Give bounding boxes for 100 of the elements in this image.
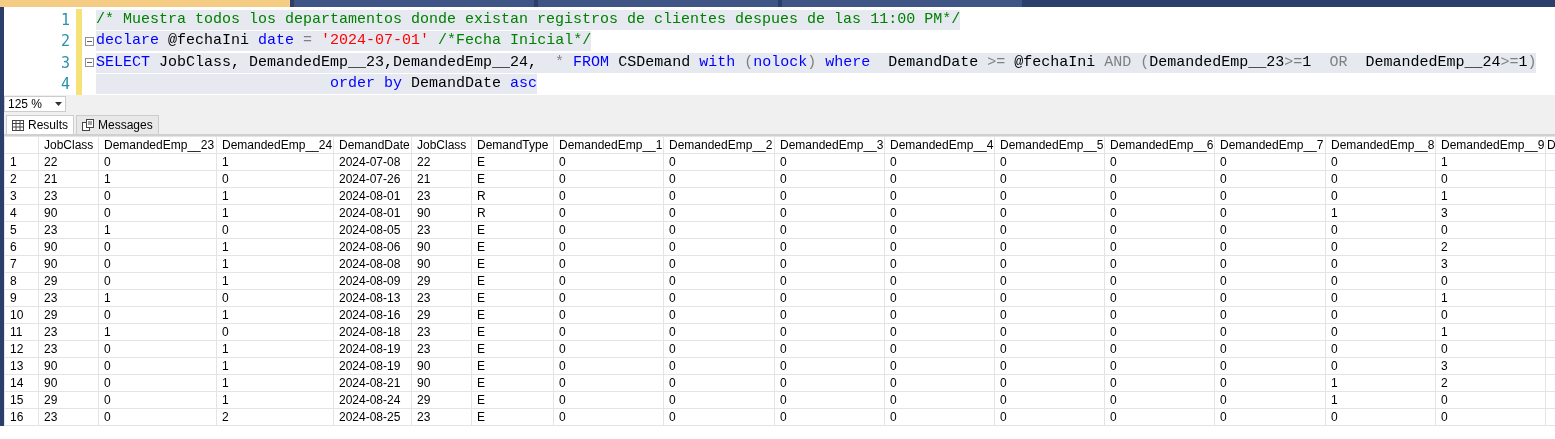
table-cell: 2024-08-16 xyxy=(333,306,412,324)
table-cell: 0 xyxy=(98,255,217,273)
column-header[interactable]: DemandType xyxy=(471,136,554,154)
table-cell: 0 xyxy=(1435,340,1546,358)
results-tab[interactable]: Messages xyxy=(76,115,159,134)
column-header[interactable]: DemandedEmp__8 xyxy=(1325,136,1436,154)
column-header[interactable]: DemandedEmp__2 xyxy=(663,136,775,154)
table-cell: 29 xyxy=(411,272,472,290)
table-cell: 23 xyxy=(38,289,99,307)
table-cell: 1 xyxy=(98,323,217,341)
column-header[interactable]: DemandedEmp__3 xyxy=(774,136,885,154)
table-cell: 0 xyxy=(663,272,775,290)
table-cell: 0 xyxy=(663,238,775,256)
table-cell: 0 xyxy=(1435,408,1546,426)
table-cell: 1 xyxy=(98,221,217,239)
line-number: 1 xyxy=(59,9,71,31)
table-cell: 23 xyxy=(38,187,99,205)
table-cell: 0 xyxy=(1104,221,1215,239)
table-cell: 23 xyxy=(411,408,472,426)
table-cell: 0 xyxy=(663,204,775,222)
table-cell: 0 xyxy=(884,391,995,409)
table-cell: 90 xyxy=(38,204,99,222)
document-tab[interactable] xyxy=(538,0,778,7)
table-cell: 0 xyxy=(1214,357,1326,375)
message-icon xyxy=(82,119,94,131)
table-cell: 0 xyxy=(994,221,1105,239)
document-tab[interactable] xyxy=(294,0,534,7)
table-cell: 0 xyxy=(884,323,995,341)
grid-icon xyxy=(12,119,24,131)
table-cell: 0 xyxy=(774,374,885,392)
table-cell: 90 xyxy=(411,204,472,222)
table-cell: 0 xyxy=(553,374,664,392)
table-cell: 23 xyxy=(411,323,472,341)
collapse-icon[interactable] xyxy=(84,36,94,46)
table-cell: 2024-08-19 xyxy=(333,340,412,358)
table-cell: 0 xyxy=(1325,255,1436,273)
table-cell: 0 xyxy=(884,204,995,222)
table-cell: 0 xyxy=(553,391,664,409)
column-header[interactable]: DemandedEmp__23 xyxy=(98,136,217,154)
table-cell: 0 xyxy=(216,289,334,307)
table-cell: E xyxy=(471,221,554,239)
table-cell: 23 xyxy=(411,340,472,358)
table-cell: 1 xyxy=(216,238,334,256)
table-cell: 0 xyxy=(216,170,334,188)
column-header[interactable]: DemandedEmp__7 xyxy=(1214,136,1326,154)
table-cell: 29 xyxy=(38,272,99,290)
table-cell: 23 xyxy=(411,221,472,239)
table-cell: 2024-07-08 xyxy=(333,153,412,171)
table-cell: 0 xyxy=(994,306,1105,324)
table-cell: E xyxy=(471,391,554,409)
collapse-icon[interactable] xyxy=(84,58,94,68)
table-cell: 0 xyxy=(774,238,885,256)
table-cell: 29 xyxy=(411,306,472,324)
column-header[interactable]: JobClass xyxy=(411,136,472,154)
line-number: 4 xyxy=(59,74,71,95)
table-cell: 0 xyxy=(774,323,885,341)
column-header[interactable]: DemandedEmp__1 xyxy=(553,136,664,154)
table-cell: 0 xyxy=(553,204,664,222)
table-cell: 2024-07-26 xyxy=(333,170,412,188)
document-tab[interactable] xyxy=(0,0,290,7)
table-cell: 0 xyxy=(663,187,775,205)
document-tab[interactable] xyxy=(782,0,1022,7)
table-cell: E xyxy=(471,306,554,324)
column-header[interactable]: DemandedEmp__9 xyxy=(1435,136,1546,154)
table-cell: 0 xyxy=(553,238,664,256)
table-cell: 0 xyxy=(1435,306,1546,324)
table-cell: 90 xyxy=(38,255,99,273)
row-number: 10 xyxy=(4,306,39,324)
column-header[interactable]: DemandedEmp__24 xyxy=(216,136,334,154)
row-number: 12 xyxy=(4,340,39,358)
column-header[interactable]: DemandDate xyxy=(333,136,412,154)
table-cell: 0 xyxy=(98,391,217,409)
line-number: 2 xyxy=(59,31,71,52)
table-cell: 0 xyxy=(774,289,885,307)
column-header[interactable]: D xyxy=(1545,136,1555,154)
table-cell: 1 xyxy=(98,289,217,307)
table-cell: 2024-08-13 xyxy=(333,289,412,307)
table-cell: 0 xyxy=(774,170,885,188)
results-tab[interactable]: Results xyxy=(6,115,74,134)
table-cell: 0 xyxy=(884,221,995,239)
column-header[interactable]: JobClass xyxy=(38,136,99,154)
zoom-dropdown[interactable]: 125 % xyxy=(4,95,66,112)
table-cell: 0 xyxy=(1435,221,1546,239)
column-header[interactable]: DemandedEmp__6 xyxy=(1104,136,1215,154)
table-cell: 0 xyxy=(884,238,995,256)
table-cell: 2024-08-18 xyxy=(333,323,412,341)
table-cell: 0 xyxy=(1214,221,1326,239)
column-header[interactable]: DemandedEmp__4 xyxy=(884,136,995,154)
table-cell: 1 xyxy=(216,357,334,375)
table-cell: 0 xyxy=(216,323,334,341)
table-cell: 90 xyxy=(411,357,472,375)
table-cell: 29 xyxy=(38,391,99,409)
table-cell: 22 xyxy=(411,153,472,171)
table-cell: 0 xyxy=(98,272,217,290)
table-cell: 0 xyxy=(1214,306,1326,324)
table-cell: 0 xyxy=(98,238,217,256)
column-header[interactable]: DemandedEmp__5 xyxy=(994,136,1105,154)
table-cell: 0 xyxy=(98,153,217,171)
table-cell: 23 xyxy=(38,323,99,341)
table-cell: 2024-08-05 xyxy=(333,221,412,239)
